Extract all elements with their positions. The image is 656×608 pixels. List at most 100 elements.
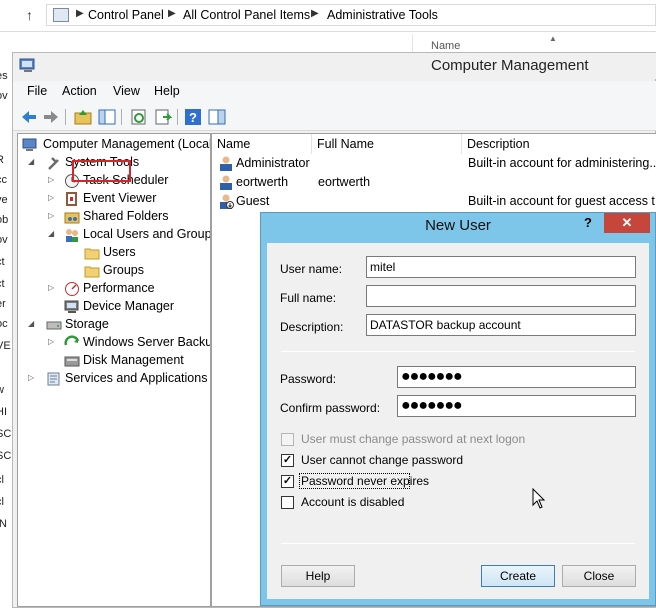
- menu-bar: File Action View Help: [13, 81, 656, 103]
- expand-arrow-icon[interactable]: ▷: [48, 193, 58, 202]
- explorer-background-pane: esovRccveobovctcterocVEwHISCSCclclIN: [0, 32, 12, 608]
- confirm-password-label: Confirm password:: [280, 401, 381, 415]
- chevron-right-icon[interactable]: ▶: [168, 8, 176, 19]
- collapse-arrow-icon[interactable]: ◢: [48, 229, 58, 238]
- tree-label: Groups: [103, 263, 144, 277]
- column-header-name[interactable]: Name: [212, 134, 312, 154]
- computer-management-icon: [19, 58, 35, 72]
- collapse-arrow-icon[interactable]: ◢: [28, 319, 38, 328]
- svg-text:?: ?: [189, 110, 197, 125]
- password-label: Password:: [280, 372, 337, 386]
- cell-name: Guest: [236, 194, 270, 208]
- tree-label: Local Users and Groups: [83, 227, 211, 241]
- cell-full-name: eortwerth: [318, 175, 371, 189]
- column-header-description[interactable]: Description: [462, 134, 656, 154]
- close-icon[interactable]: ✕: [604, 213, 650, 233]
- address-box[interactable]: ▶ Control Panel ▶ All Control Panel Item…: [46, 4, 656, 26]
- tree-label: Disk Management: [83, 353, 184, 367]
- breadcrumb-control-panel[interactable]: Control Panel: [88, 8, 164, 22]
- up-arrow-icon[interactable]: ↑: [26, 7, 33, 23]
- expand-arrow-icon[interactable]: ▷: [48, 211, 58, 220]
- column-header-name[interactable]: Name: [431, 40, 460, 52]
- table-row[interactable]: eortwerth eortwerth: [212, 173, 656, 192]
- cell-name: eortwerth: [236, 175, 289, 189]
- back-arrow-icon[interactable]: [19, 107, 39, 127]
- user-icon: [220, 175, 232, 190]
- confirm-password-field[interactable]: ●●●●●●●: [397, 395, 636, 417]
- tree-label: Device Manager: [83, 299, 175, 313]
- expand-arrow-icon[interactable]: ▷: [48, 337, 58, 346]
- export-list-icon[interactable]: [153, 107, 173, 127]
- expand-arrow-icon[interactable]: ▷: [48, 175, 58, 184]
- device-manager-icon: [64, 300, 79, 313]
- password-field[interactable]: ●●●●●●●: [397, 366, 636, 388]
- disk-icon: [64, 356, 80, 367]
- help-icon[interactable]: ?: [574, 213, 602, 233]
- event-viewer-icon: [66, 192, 77, 206]
- tree-label: Event Viewer: [83, 191, 157, 205]
- help-button[interactable]: Help: [281, 565, 355, 587]
- menu-file[interactable]: File: [27, 84, 47, 98]
- must-change-password-label: User must change password at next logon: [301, 432, 526, 446]
- description-field[interactable]: DATASTOR backup account: [366, 314, 636, 336]
- cell-name: Administrator: [236, 156, 310, 170]
- full-name-field[interactable]: [366, 285, 636, 307]
- chevron-right-icon[interactable]: ▶: [76, 8, 84, 19]
- show-hide-tree-icon[interactable]: [97, 107, 117, 127]
- toolbar: ?: [13, 103, 656, 131]
- mouse-pointer-icon: [532, 488, 546, 509]
- up-folder-icon[interactable]: [73, 107, 93, 127]
- focus-indicator: [299, 473, 410, 489]
- close-button[interactable]: Close: [562, 565, 636, 587]
- help-icon[interactable]: ?: [183, 107, 203, 127]
- explorer-name-column[interactable]: Name ▲: [412, 34, 656, 54]
- user-name-field[interactable]: mitel: [366, 256, 636, 278]
- services-icon: [47, 372, 60, 386]
- new-user-dialog: New User ? ✕ User name: mitel Full name:…: [260, 212, 656, 606]
- description-label: Description:: [280, 320, 344, 334]
- explorer-address-bar: ↑ ▶ Control Panel ▶ All Control Panel It…: [0, 0, 656, 32]
- backup-icon: [64, 335, 80, 346]
- tools-icon: [48, 157, 59, 170]
- tree-label: Services and Applications: [65, 371, 208, 385]
- expand-arrow-icon[interactable]: ▷: [28, 373, 38, 382]
- cannot-change-password-checkbox[interactable]: ✓: [281, 454, 294, 467]
- table-row[interactable]: Administrator Built-in account for admin…: [212, 154, 656, 173]
- cannot-change-password-label: User cannot change password: [301, 453, 464, 467]
- account-disabled-checkbox[interactable]: [281, 496, 294, 509]
- divider: [281, 543, 635, 544]
- expand-arrow-icon[interactable]: ▷: [48, 283, 58, 292]
- forward-arrow-icon[interactable]: [41, 107, 61, 127]
- properties-pane-icon[interactable]: [207, 107, 227, 127]
- user-icon: [220, 156, 232, 171]
- performance-icon: [65, 282, 79, 296]
- must-change-password-checkbox[interactable]: [281, 433, 294, 446]
- tree-label: Shared Folders: [83, 209, 169, 223]
- password-never-expires-checkbox[interactable]: ✓: [281, 475, 294, 488]
- create-button[interactable]: Create: [481, 565, 555, 587]
- breadcrumb-admin-tools[interactable]: Administrative Tools: [327, 8, 438, 22]
- sort-arrow-icon: ▲: [549, 34, 557, 43]
- user-name-label: User name:: [280, 262, 343, 276]
- refresh-icon[interactable]: [129, 107, 149, 127]
- menu-view[interactable]: View: [113, 84, 140, 98]
- dialog-body: User name: mitel Full name: Description:…: [267, 243, 649, 599]
- title-bar[interactable]: Computer Management: [13, 53, 656, 79]
- menu-help[interactable]: Help: [154, 84, 180, 98]
- column-header-full-name[interactable]: Full Name: [312, 134, 462, 154]
- chevron-right-icon[interactable]: ▶: [311, 8, 319, 19]
- table-row[interactable]: Guest Built-in account for guest access …: [212, 192, 656, 211]
- window-title: Computer Management: [431, 57, 589, 74]
- divider: [281, 351, 635, 352]
- tree-label: Users: [103, 245, 136, 259]
- control-panel-icon: [53, 8, 69, 22]
- disabled-user-icon: [220, 194, 234, 209]
- cell-description: Built-in account for administering...: [468, 156, 656, 170]
- users-highlight-box: [72, 160, 131, 182]
- cell-description: Built-in account for guest access t...: [468, 194, 656, 208]
- computer-management-icon: [22, 138, 37, 151]
- tree-label: Storage: [65, 317, 109, 331]
- collapse-arrow-icon[interactable]: ◢: [28, 157, 38, 166]
- breadcrumb-all-items[interactable]: All Control Panel Items: [183, 8, 310, 22]
- menu-action[interactable]: Action: [62, 84, 97, 98]
